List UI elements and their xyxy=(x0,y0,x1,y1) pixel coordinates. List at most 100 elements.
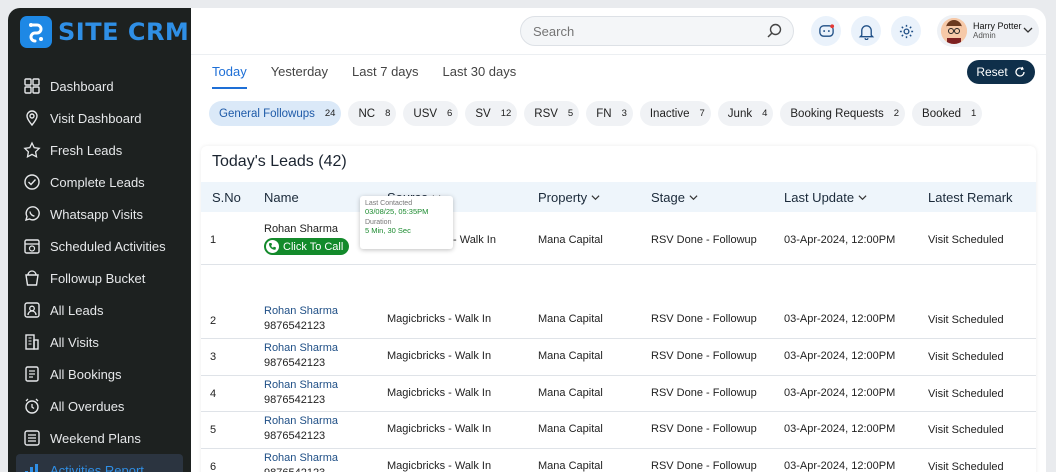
alarm-icon xyxy=(25,398,39,414)
table-row[interactable]: 6 Rohan Sharma 9876542123 Magicbricks - … xyxy=(201,449,1036,472)
sidebar-item-dashboard[interactable]: Dashboard xyxy=(8,70,191,102)
sidebar-item-label: Whatsapp Visits xyxy=(50,206,143,222)
cell-name-link[interactable]: Rohan Sharma xyxy=(264,415,338,427)
main-panel: Harry Potter Admin Today Yesterday Last … xyxy=(191,8,1046,472)
chip-count: 3 xyxy=(621,108,627,119)
chip-inactive[interactable]: Inactive 7 xyxy=(639,101,711,126)
sidebar-item-visit-dashboard[interactable]: Visit Dashboard xyxy=(8,102,191,134)
grid-icon xyxy=(24,78,40,94)
top-bar: Harry Potter Admin xyxy=(191,8,1046,55)
chip-junk[interactable]: Junk 4 xyxy=(717,101,774,126)
search-icon[interactable] xyxy=(765,22,783,40)
brand-name: SITE CRM xyxy=(58,18,190,46)
column-header-last-update[interactable]: Last Update xyxy=(784,190,867,205)
phone-icon xyxy=(266,240,279,253)
logo-mark-icon xyxy=(20,16,52,48)
call-label: Click To Call xyxy=(283,240,344,253)
sidebar-item-followup-bucket[interactable]: Followup Bucket xyxy=(8,262,191,294)
notifications-button[interactable] xyxy=(851,16,881,46)
chip-count: 2 xyxy=(893,108,900,119)
cell-remark: Visit Scheduled xyxy=(928,388,1004,400)
users-icon xyxy=(24,302,40,318)
cell-name-link[interactable]: Rohan Sharma xyxy=(264,342,338,354)
sidebar-item-label: All Visits xyxy=(50,334,99,350)
cell-source: Magicbricks - Walk In xyxy=(387,387,492,399)
chip-general-followups[interactable]: General Followups 24 xyxy=(209,101,342,126)
table-row[interactable]: 2 Rohan Sharma 9876542123 Magicbricks - … xyxy=(201,301,1036,339)
avatar xyxy=(941,18,967,44)
chip-fn[interactable]: FN 3 xyxy=(586,101,633,126)
building-icon xyxy=(25,334,39,350)
table-row[interactable]: 5 Rohan Sharma 9876542123 Magicbricks - … xyxy=(201,412,1036,449)
cell-sno: 6 xyxy=(210,461,217,472)
column-header-stage[interactable]: Stage xyxy=(651,190,698,205)
cell-property: Mana Capital xyxy=(538,350,603,362)
chip-count: 4 xyxy=(762,108,768,119)
brand-logo[interactable]: SITE CRM xyxy=(20,14,189,50)
chip-nc[interactable]: NC 8 xyxy=(348,101,397,126)
tab-yesterday[interactable]: Yesterday xyxy=(271,64,328,89)
sidebar: SITE CRM Dashboard Visit Dashboard Fresh… xyxy=(8,8,191,472)
sidebar-item-label: Fresh Leads xyxy=(50,142,123,158)
column-header-sno: S.No xyxy=(212,190,241,205)
user-menu[interactable]: Harry Potter Admin xyxy=(937,15,1039,47)
search-input[interactable] xyxy=(521,17,741,45)
click-to-call-button[interactable]: Click To Call xyxy=(264,238,350,255)
leads-title: Today's Leads (42) xyxy=(212,153,347,170)
chevron-down-icon xyxy=(591,195,600,201)
chevron-down-icon xyxy=(858,195,867,201)
chip-sv[interactable]: SV 12 xyxy=(465,101,518,126)
table-row[interactable]: 3 Rohan Sharma 9876542123 Magicbricks - … xyxy=(201,339,1036,376)
cell-remark: Visit Scheduled xyxy=(928,234,1004,246)
cell-last-update: 03-Apr-2024, 12:00PM xyxy=(784,460,896,472)
location-pin-icon xyxy=(26,110,38,127)
cell-sno: 3 xyxy=(210,351,217,363)
chip-booked[interactable]: Booked 1 xyxy=(912,101,983,126)
column-header-property[interactable]: Property xyxy=(538,190,600,205)
chip-rsv[interactable]: RSV 5 xyxy=(524,101,580,126)
tab-last-30-days[interactable]: Last 30 days xyxy=(443,64,517,89)
sidebar-item-all-overdues[interactable]: All Overdues xyxy=(8,390,191,422)
chip-booking-requests[interactable]: Booking Requests 2 xyxy=(780,101,906,126)
cell-name-link[interactable]: Rohan Sharma xyxy=(264,305,338,317)
cell-last-update: 03-Apr-2024, 12:00PM xyxy=(784,423,896,435)
refresh-icon xyxy=(1015,66,1025,77)
cell-name-link[interactable]: Rohan Sharma xyxy=(264,452,338,464)
sidebar-item-weekend-plans[interactable]: Weekend Plans xyxy=(8,422,191,454)
chip-count: 6 xyxy=(447,108,453,119)
cell-stage: RSV Done - Followup xyxy=(651,460,757,472)
sidebar-item-all-leads[interactable]: All Leads xyxy=(8,294,191,326)
cell-phone: 9876542123 xyxy=(264,357,326,369)
sidebar-item-label: Dashboard xyxy=(50,78,114,94)
sidebar-item-whatsapp-visits[interactable]: Whatsapp Visits xyxy=(8,198,191,230)
table-row[interactable]: 4 Rohan Sharma 9876542123 Magicbricks - … xyxy=(201,376,1036,412)
chip-count: 24 xyxy=(324,108,336,119)
sidebar-item-scheduled-activities[interactable]: Scheduled Activities xyxy=(8,230,191,262)
chevron-down-icon xyxy=(1023,27,1033,33)
cell-stage: RSV Done - Followup xyxy=(651,350,757,362)
chip-count: 12 xyxy=(500,108,512,119)
cell-name-link[interactable]: Rohan Sharma xyxy=(264,379,338,391)
tab-today[interactable]: Today xyxy=(212,64,247,89)
chip-count: 7 xyxy=(699,108,705,119)
sidebar-item-all-bookings[interactable]: All Bookings xyxy=(8,358,191,390)
chip-label: General Followups xyxy=(219,107,315,120)
status-chips: General Followups 24 NC 8 USV 6 SV 12 RSV 5 F… xyxy=(209,101,983,126)
sidebar-item-all-visits[interactable]: All Visits xyxy=(8,326,191,358)
tab-last-7-days[interactable]: Last 7 days xyxy=(352,64,419,89)
column-label: Last Update xyxy=(784,190,855,205)
column-label: Stage xyxy=(651,190,685,205)
settings-button[interactable] xyxy=(891,16,921,46)
column-header-name: Name xyxy=(264,190,299,205)
chip-label: RSV xyxy=(534,107,558,120)
reset-button[interactable]: Reset xyxy=(967,60,1035,84)
sidebar-item-fresh-leads[interactable]: Fresh Leads xyxy=(8,134,191,166)
chat-button[interactable] xyxy=(811,16,841,46)
column-label: Latest Remark xyxy=(928,190,1013,205)
cell-property: Mana Capital xyxy=(538,234,603,246)
sidebar-item-complete-leads[interactable]: Complete Leads xyxy=(8,166,191,198)
cell-sno: 4 xyxy=(210,388,217,400)
sidebar-item-activities-report[interactable]: Activities Report xyxy=(16,454,183,472)
table-row[interactable]: 1 Rohan Sharma Click To Call - Walk In M… xyxy=(201,212,1036,265)
chip-usv[interactable]: USV 6 xyxy=(403,101,459,126)
